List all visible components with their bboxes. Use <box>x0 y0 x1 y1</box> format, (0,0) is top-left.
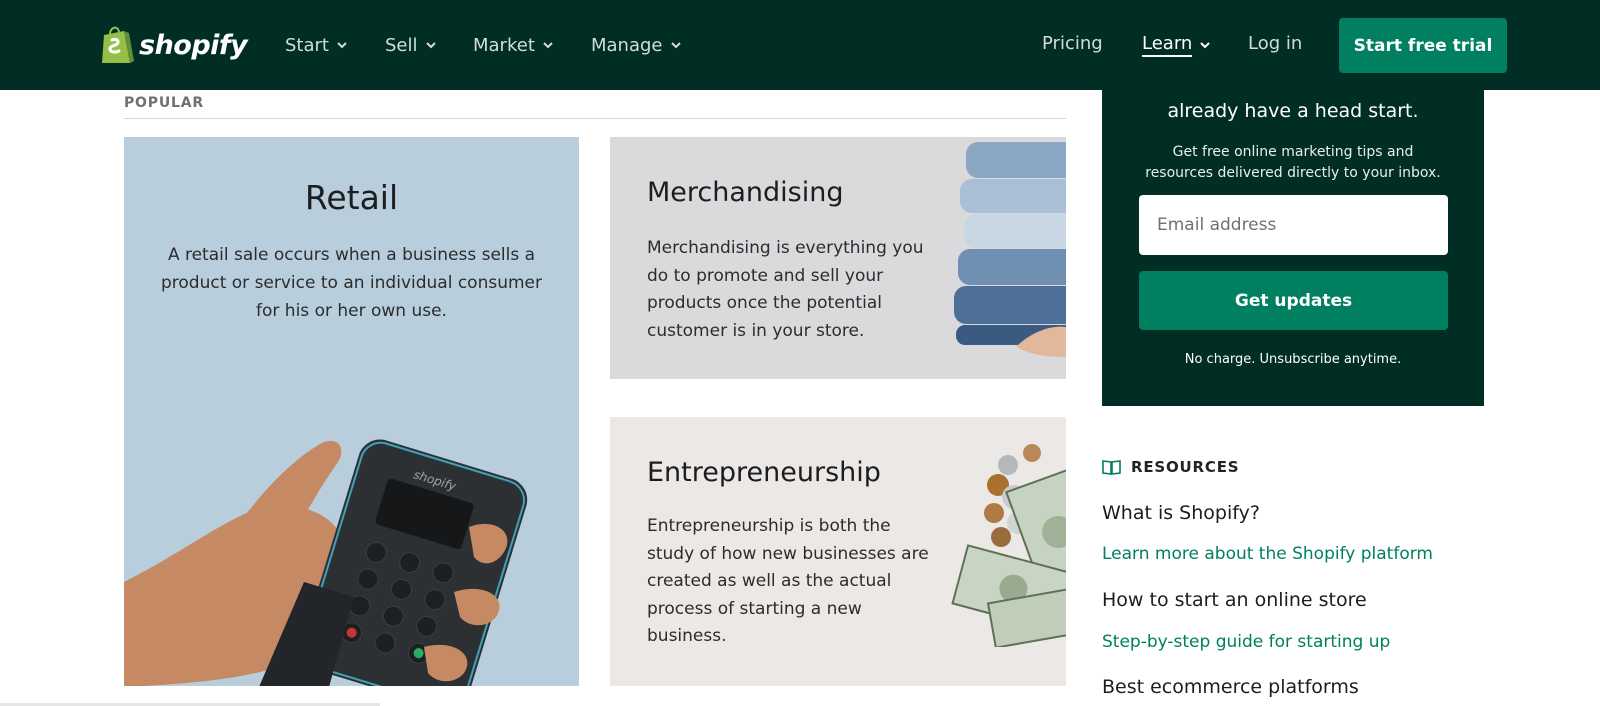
retail-card-description: A retail sale occurs when a business sel… <box>160 245 542 321</box>
resources-header: RESOURCES <box>1102 458 1239 476</box>
nav-manage-label: Manage <box>591 34 663 56</box>
nav-market-label: Market <box>473 34 535 56</box>
popular-section-label: POPULAR <box>124 95 204 111</box>
nav-start-label: Start <box>285 34 329 56</box>
chevron-down-icon <box>1200 42 1211 49</box>
resource-link-step-by-step-guide[interactable]: Step-by-step guide for starting up <box>1102 632 1390 652</box>
merchandising-card-title: Merchandising <box>647 177 844 208</box>
resources-label: RESOURCES <box>1131 458 1240 476</box>
entrepreneurship-card-description: Entrepreneurship is both the study of ho… <box>647 516 929 646</box>
resource-link-shopify-platform[interactable]: Learn more about the Shopify platform <box>1102 544 1433 564</box>
newsletter-heading: already have a head start. <box>1167 100 1419 122</box>
chevron-down-icon <box>670 42 681 49</box>
start-free-trial-button[interactable]: Start free trial <box>1339 18 1507 73</box>
newsletter-signup-panel: already have a head start. Get free onli… <box>1102 90 1484 406</box>
get-updates-button[interactable]: Get updates <box>1139 271 1448 330</box>
resource-title-what-is-shopify[interactable]: What is Shopify? <box>1102 502 1260 524</box>
shopify-logo[interactable]: shopify <box>100 22 248 68</box>
resource-title-best-ecommerce-platforms[interactable]: Best ecommerce platforms <box>1102 676 1359 698</box>
book-icon <box>1102 460 1121 475</box>
folded-jeans-illustration <box>954 142 1066 357</box>
entrepreneurship-card-title: Entrepreneurship <box>647 457 881 488</box>
resource-title-start-online-store[interactable]: How to start an online store <box>1102 589 1367 611</box>
merchandising-card-description: Merchandising is everything you do to pr… <box>647 238 924 341</box>
retail-card-title: Retail <box>304 178 399 217</box>
brand-wordmark: shopify <box>139 29 248 61</box>
nav-start[interactable]: Start <box>285 33 348 57</box>
section-divider <box>124 118 1066 119</box>
nav-sell-label: Sell <box>385 34 418 56</box>
nav-market[interactable]: Market <box>473 33 554 57</box>
card-reader-illustration: shopify <box>124 439 528 686</box>
coins-and-bills-illustration <box>951 444 1066 647</box>
email-address-input[interactable] <box>1139 195 1448 255</box>
entrepreneurship-card[interactable]: Entrepreneurship Entrepreneurship is bot… <box>610 417 1066 686</box>
top-navigation-bar: shopify Start Sell Market Manage Pricing… <box>0 0 1600 90</box>
newsletter-footnote: No charge. Unsubscribe anytime. <box>1184 352 1402 367</box>
nav-login[interactable]: Log in <box>1248 33 1302 57</box>
nav-pricing[interactable]: Pricing <box>1042 33 1103 57</box>
chevron-down-icon <box>337 42 347 49</box>
merchandising-card[interactable]: Merchandising Merchandising is everythin… <box>610 137 1066 379</box>
newsletter-subtext: Get free online marketing tips and resou… <box>1145 144 1441 181</box>
nav-learn-label: Learn <box>1142 33 1193 57</box>
nav-learn[interactable]: Learn <box>1142 33 1211 57</box>
nav-sell[interactable]: Sell <box>385 33 437 57</box>
retail-card[interactable]: Retail A retail sale occurs when a busin… <box>124 137 579 686</box>
chevron-down-icon <box>543 42 553 49</box>
nav-manage[interactable]: Manage <box>591 33 682 57</box>
shopify-bag-icon <box>102 26 134 63</box>
chevron-down-icon <box>425 42 436 49</box>
